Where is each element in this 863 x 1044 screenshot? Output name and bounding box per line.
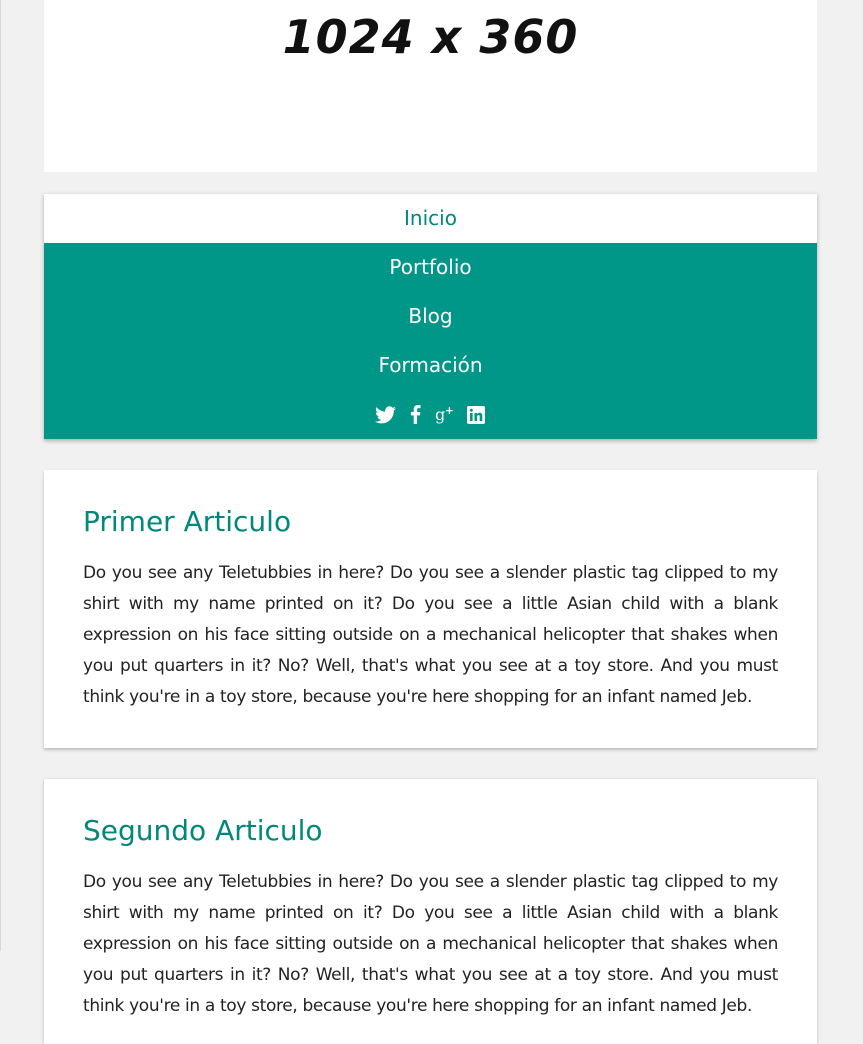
social-links: g + bbox=[44, 390, 817, 439]
article-card: Primer Articulo Do you see any Teletubbi… bbox=[44, 470, 817, 748]
nav-item-inicio[interactable]: Inicio bbox=[44, 194, 817, 243]
hero-placeholder-label: 1024 x 360 bbox=[282, 10, 579, 64]
article-body: Do you see any Teletubbies in here? Do y… bbox=[83, 872, 778, 1016]
linkedin-icon[interactable] bbox=[465, 404, 487, 426]
nav-item-formacion[interactable]: Formación bbox=[44, 341, 817, 390]
hero-banner-image: 1024 x 360 bbox=[44, 0, 817, 172]
google-plus-icon[interactable]: g + bbox=[435, 404, 457, 426]
article-card: Segundo Articulo Do you see any Teletubb… bbox=[44, 778, 817, 1044]
nav-item-portfolio[interactable]: Portfolio bbox=[44, 243, 817, 292]
svg-text:g: g bbox=[435, 406, 445, 424]
article-title[interactable]: Primer Articulo bbox=[83, 504, 778, 540]
article-title[interactable]: Segundo Articulo bbox=[83, 813, 778, 849]
nav-item-blog[interactable]: Blog bbox=[44, 292, 817, 341]
article-body: Do you see any Teletubbies in here? Do y… bbox=[83, 563, 778, 707]
svg-text:+: + bbox=[445, 406, 454, 417]
page-container: 1024 x 360 Inicio Portfolio Blog Formaci… bbox=[44, 0, 817, 1044]
facebook-icon[interactable] bbox=[405, 404, 427, 426]
main-nav: Inicio Portfolio Blog Formación g + bbox=[44, 193, 817, 439]
twitter-icon[interactable] bbox=[375, 404, 397, 426]
page-left-border bbox=[0, 0, 1, 951]
